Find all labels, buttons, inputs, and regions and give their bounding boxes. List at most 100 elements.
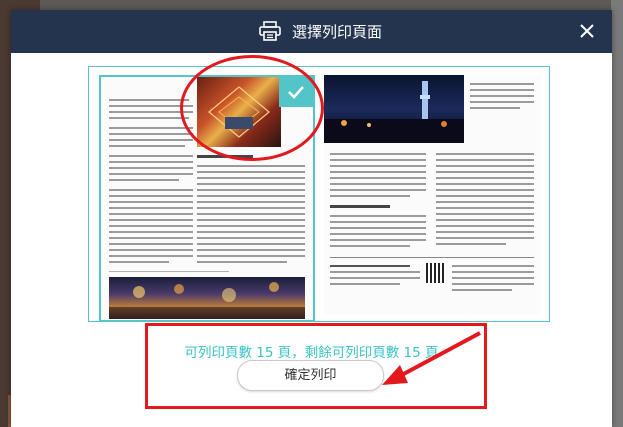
text-line [197, 195, 305, 197]
text-line [436, 207, 534, 209]
text-line [436, 231, 534, 233]
text-line [109, 249, 193, 251]
text-line [109, 243, 193, 245]
magazine-photo-city-night [324, 75, 464, 143]
text-line [109, 213, 193, 215]
text-line [436, 189, 534, 191]
text-line [452, 289, 512, 291]
text-line [197, 171, 305, 173]
text-line [197, 249, 305, 251]
text-line [436, 219, 534, 221]
subheading-line [330, 205, 390, 208]
text-line [436, 177, 534, 179]
text-line [197, 177, 305, 179]
text-line [436, 159, 534, 161]
text-line [436, 225, 534, 227]
text-line [197, 213, 305, 215]
text-line [109, 127, 193, 129]
divider-line [330, 257, 534, 258]
text-line [470, 89, 534, 91]
text-line [197, 189, 305, 191]
text-line [197, 237, 305, 239]
dialog-header: 選擇列印頁面 [11, 10, 612, 53]
text-line [109, 195, 193, 197]
text-line [197, 201, 305, 203]
text-line [330, 153, 426, 155]
text-line [436, 195, 534, 197]
text-line [330, 183, 426, 185]
dialog-title: 選擇列印頁面 [292, 23, 383, 41]
confirm-print-button[interactable]: 確定列印 [237, 360, 384, 391]
text-line [330, 177, 426, 179]
caption-line [109, 271, 229, 272]
text-line [197, 225, 305, 227]
text-line [470, 83, 534, 85]
text-line [470, 107, 520, 109]
text-line [197, 243, 305, 245]
text-line [109, 173, 193, 175]
text-line [452, 283, 534, 285]
text-line [109, 225, 193, 227]
qr-code-image [426, 263, 446, 283]
text-line [330, 283, 400, 285]
text-line [330, 189, 426, 191]
text-line [197, 255, 305, 257]
text-line [109, 155, 193, 157]
close-icon[interactable] [578, 22, 596, 40]
text-line [436, 243, 506, 245]
text-line [109, 207, 193, 209]
text-line [470, 95, 534, 97]
text-line [452, 265, 534, 267]
text-line [109, 161, 193, 163]
annotation-arrow [382, 331, 481, 385]
text-line [109, 145, 185, 147]
text-line [109, 99, 189, 101]
text-line [197, 231, 305, 233]
text-line [330, 245, 410, 247]
text-line [330, 265, 410, 267]
text-line [109, 139, 193, 141]
text-line [330, 195, 410, 197]
printer-icon [259, 21, 281, 41]
text-line [436, 171, 534, 173]
text-line [109, 201, 193, 203]
text-line [330, 159, 426, 161]
text-line [109, 167, 193, 169]
text-line [197, 165, 305, 167]
text-line [109, 117, 189, 119]
text-line [109, 179, 179, 181]
text-line [330, 221, 426, 223]
text-line [330, 165, 426, 167]
text-line [330, 277, 420, 279]
annotation-circle [180, 55, 324, 161]
text-line [197, 219, 305, 221]
page-thumbnail-right[interactable] [324, 75, 541, 314]
text-line [436, 213, 534, 215]
text-line [109, 255, 193, 257]
text-line [436, 183, 534, 185]
text-line [330, 233, 426, 235]
text-line [330, 271, 420, 273]
text-line [436, 201, 534, 203]
text-line [109, 133, 193, 135]
text-line [109, 237, 193, 239]
text-line [197, 261, 287, 263]
text-line [330, 171, 426, 173]
text-line [330, 227, 426, 229]
text-line [197, 183, 305, 185]
text-line [436, 153, 534, 155]
text-line [109, 189, 193, 191]
text-line [197, 207, 305, 209]
text-line [109, 231, 193, 233]
text-line [109, 219, 193, 221]
remaining-pages-text: 可列印頁數 15 頁，剩餘可列印頁數 15 頁 [184, 345, 439, 361]
magazine-photo-festival [109, 277, 305, 319]
text-line [109, 261, 169, 263]
text-line [436, 237, 534, 239]
text-line [436, 165, 534, 167]
text-line [330, 215, 426, 217]
text-line [452, 277, 534, 279]
text-line [452, 271, 534, 273]
background-scrollbar-area [611, 0, 623, 427]
text-line [470, 101, 534, 103]
